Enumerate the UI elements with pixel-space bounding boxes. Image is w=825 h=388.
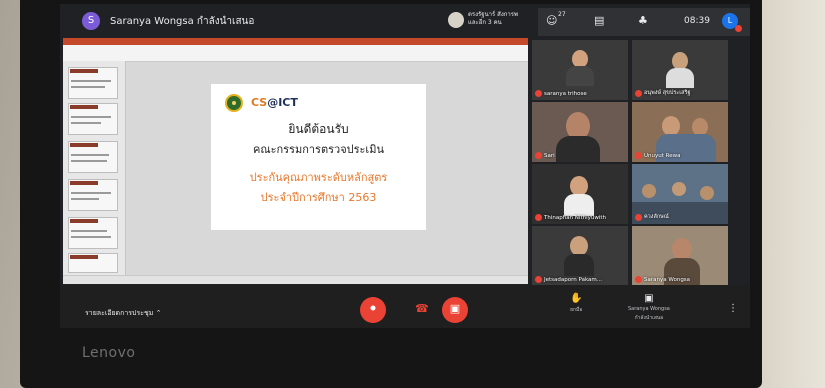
- people-icon[interactable]: ☺: [546, 14, 557, 27]
- present-screen-icon: ▣: [644, 293, 654, 304]
- presenter-name-label: Saranya Wongsa: [628, 306, 670, 312]
- slide-thumb: [68, 141, 118, 173]
- participant-tile[interactable]: saranya trihose: [532, 40, 628, 100]
- monitor-brand: Lenovo: [82, 345, 136, 361]
- participant-name: Jetsadaporn Pakam...: [544, 277, 603, 283]
- mic-off-icon: [635, 276, 642, 283]
- top-bar: S Saranya Wongsa กำลังนำเสนอ ตรงรัฐนาร์ …: [60, 4, 750, 38]
- mic-off-icon: [535, 214, 542, 221]
- mic-off-icon: [535, 276, 542, 283]
- participant-name: Thinaphan Nithiyuwith: [544, 215, 607, 221]
- chat-icon[interactable]: ▤: [594, 14, 604, 27]
- slide-thumbnails: [63, 61, 126, 275]
- raise-hand-button[interactable]: ✋ ยกมือ: [570, 293, 582, 314]
- current-slide: CS@ICT ยินดีต้อนรับ คณะกรรมการตรวจประเมิ…: [211, 84, 426, 230]
- participant-name: Saranya Wongsa: [644, 277, 691, 283]
- mic-off-icon: ⚫: [368, 302, 378, 315]
- participant-name: ควงลักษณ์: [644, 214, 669, 220]
- slide-thumb: [68, 103, 118, 135]
- hand-icon: ✋: [570, 293, 583, 304]
- university-seal-logo: [225, 94, 243, 112]
- participant-tile[interactable]: Jetsadaporn Pakam...: [532, 226, 628, 286]
- participant-tile[interactable]: ควงลักษณ์: [632, 164, 728, 224]
- mic-off-icon: [635, 90, 642, 97]
- slide-thumb: [68, 217, 118, 249]
- others-chip[interactable]: ตรงรัฐนาร์ สังการพ และอีก 3 คน: [448, 10, 524, 32]
- mic-off-icon: [535, 90, 542, 97]
- top-right-controls: ☺ 27 ▤ ♣ 08:39 L: [538, 8, 750, 36]
- presentation-view: CS@ICT ยินดีต้อนรับ คณะกรรมการตรวจประเมิ…: [63, 38, 528, 284]
- mic-off-icon: [635, 152, 642, 159]
- slide-thumb: [68, 253, 118, 273]
- notification-dot: [735, 25, 742, 32]
- participant-tile[interactable]: Unuyut Rewa: [632, 102, 728, 162]
- presenter-avatar: S: [82, 12, 100, 30]
- presenter-sub-label: กำลังนำเสนอ: [634, 315, 664, 321]
- mic-off-icon: [635, 214, 642, 221]
- background-wall-right: [760, 0, 825, 388]
- participant-tile[interactable]: Sari: [532, 102, 628, 162]
- presenter-status: Saranya Wongsa กำลังนำเสนอ: [110, 16, 255, 27]
- slide-academic-year: ประจำปีการศึกษา 2563: [260, 191, 377, 204]
- camera-off-icon: ▣: [449, 302, 461, 315]
- hang-up-button[interactable]: ☎: [415, 302, 429, 315]
- powerpoint-ribbon: [63, 45, 528, 62]
- meeting-details-button[interactable]: รายละเอียดการประชุม ⌃: [85, 308, 161, 319]
- participant-name: Sari: [544, 153, 555, 159]
- powerpoint-title-bar: [63, 38, 528, 45]
- others-chip-text: ตรงรัฐนาร์ สังการพ และอีก 3 คน: [468, 11, 518, 26]
- slide-thumb: [68, 179, 118, 211]
- csict-logo: CS@ICT: [251, 96, 298, 109]
- slide-welcome: ยินดีต้อนรับ: [288, 122, 349, 136]
- participant-name: saranya trihose: [544, 91, 587, 97]
- participant-name: อนุพงษ์ สุขประเสริฐ: [644, 90, 691, 96]
- participant-tile[interactable]: อนุพงษ์ สุขประเสริฐ: [632, 40, 728, 100]
- chevron-up-icon: ⌃: [155, 309, 162, 317]
- presenter-button[interactable]: ▣ Saranya Wongsa กำลังนำเสนอ: [628, 293, 670, 322]
- bottom-bar: รายละเอียดการประชุม ⌃ ⚫ ☎ ▣ ✋ ยกมือ ▣ Sa…: [60, 285, 750, 328]
- activities-icon[interactable]: ♣: [638, 14, 648, 27]
- slide-qa-title: ประกันคุณภาพระดับหลักสูตร: [249, 171, 388, 184]
- camera-toggle-button[interactable]: ▣: [442, 297, 468, 323]
- meet-screen: S Saranya Wongsa กำลังนำเสนอ ตรงรัฐนาร์ …: [60, 4, 750, 328]
- participant-name: Unuyut Rewa: [644, 153, 681, 159]
- clock: 08:39: [684, 16, 710, 26]
- others-avatar: [448, 12, 464, 28]
- mic-off-icon: [535, 152, 542, 159]
- raise-hand-label: ยกมือ: [570, 307, 583, 313]
- monitor-bezel: Lenovo S Saranya Wongsa กำลังนำเสนอ ตรงร…: [20, 0, 762, 388]
- mic-toggle-button[interactable]: ⚫: [360, 297, 386, 323]
- slide-thumb: [68, 67, 118, 99]
- powerpoint-status-bar: [63, 275, 528, 284]
- participant-count: 27: [558, 11, 566, 18]
- participant-tile[interactable]: Saranya Wongsa: [632, 226, 728, 286]
- participant-tile[interactable]: Thinaphan Nithiyuwith: [532, 164, 628, 224]
- meeting-details-label: รายละเอียดการประชุม: [85, 309, 154, 317]
- slide-committee: คณะกรรมการตรวจประเมิน: [253, 143, 384, 156]
- more-options-icon[interactable]: ⋮: [728, 303, 738, 314]
